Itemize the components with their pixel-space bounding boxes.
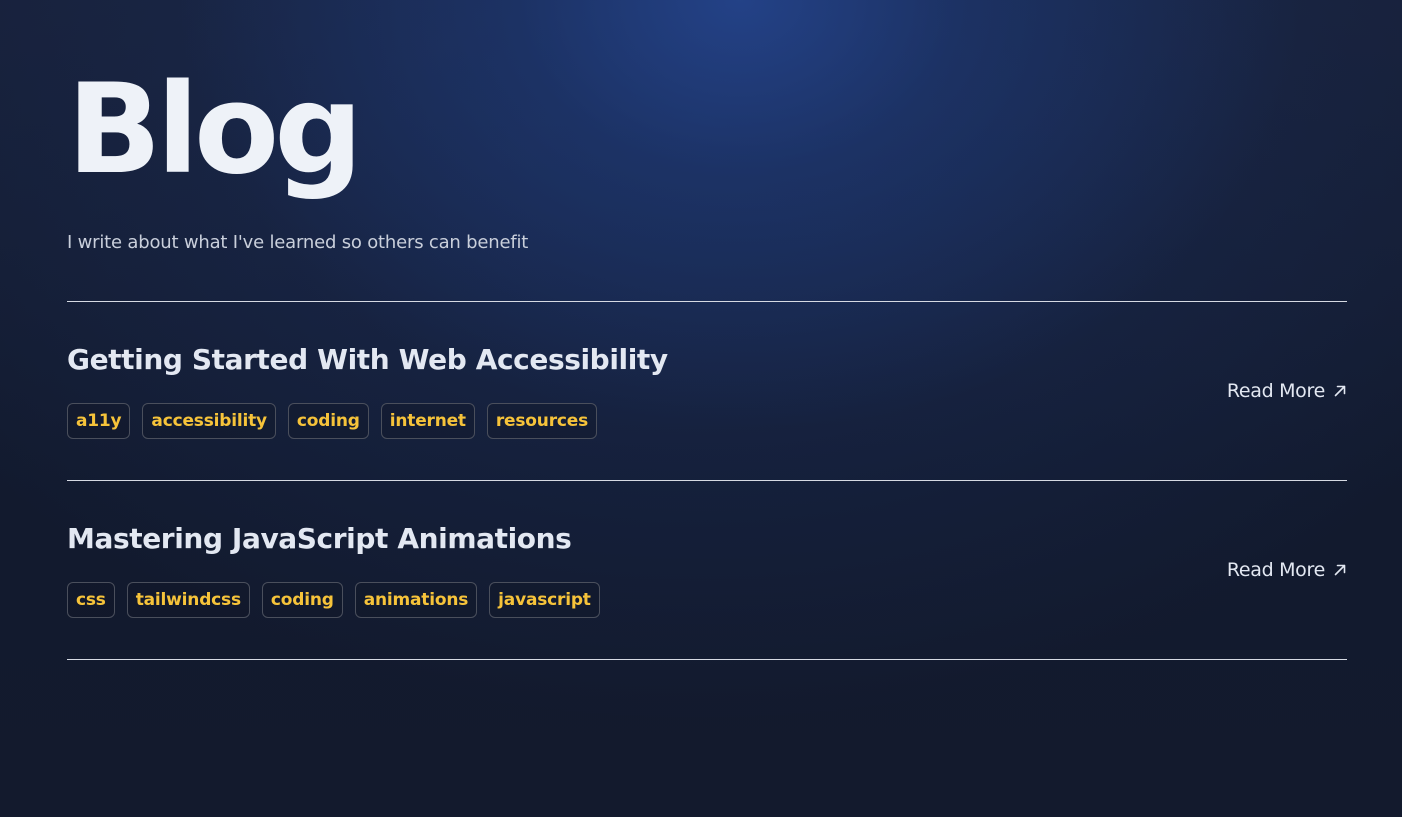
- tag[interactable]: animations: [354, 582, 478, 618]
- tag[interactable]: css: [67, 582, 115, 618]
- arrow-up-right-icon: [1334, 385, 1346, 397]
- read-more-link[interactable]: Read More: [1227, 379, 1347, 403]
- tag[interactable]: a11y: [67, 403, 131, 439]
- read-more-label: Read More: [1226, 380, 1325, 402]
- post-item: Getting Started With Web Accessibility a…: [67, 302, 1347, 480]
- arrow-up-right-icon: [1334, 564, 1346, 576]
- tag[interactable]: internet: [380, 403, 475, 439]
- post-item: Mastering JavaScript Animations css tail…: [67, 481, 1347, 659]
- page-subtitle: I write about what I've learned so other…: [67, 232, 529, 253]
- post-title[interactable]: Mastering JavaScript Animations: [67, 521, 572, 557]
- read-more-link[interactable]: Read More: [1227, 558, 1347, 582]
- tag[interactable]: accessibility: [142, 403, 276, 439]
- tag[interactable]: resources: [486, 403, 597, 439]
- tag-list: css tailwindcss coding animations javasc…: [67, 582, 600, 618]
- divider: [67, 659, 1347, 660]
- tag[interactable]: tailwindcss: [126, 582, 250, 618]
- tag[interactable]: coding: [261, 582, 343, 618]
- post-title[interactable]: Getting Started With Web Accessibility: [67, 342, 668, 378]
- page-title: Blog: [67, 58, 363, 202]
- tag-list: a11y accessibility coding internet resou…: [67, 403, 597, 439]
- read-more-label: Read More: [1226, 559, 1325, 581]
- tag[interactable]: coding: [287, 403, 369, 439]
- tag[interactable]: javascript: [489, 582, 600, 618]
